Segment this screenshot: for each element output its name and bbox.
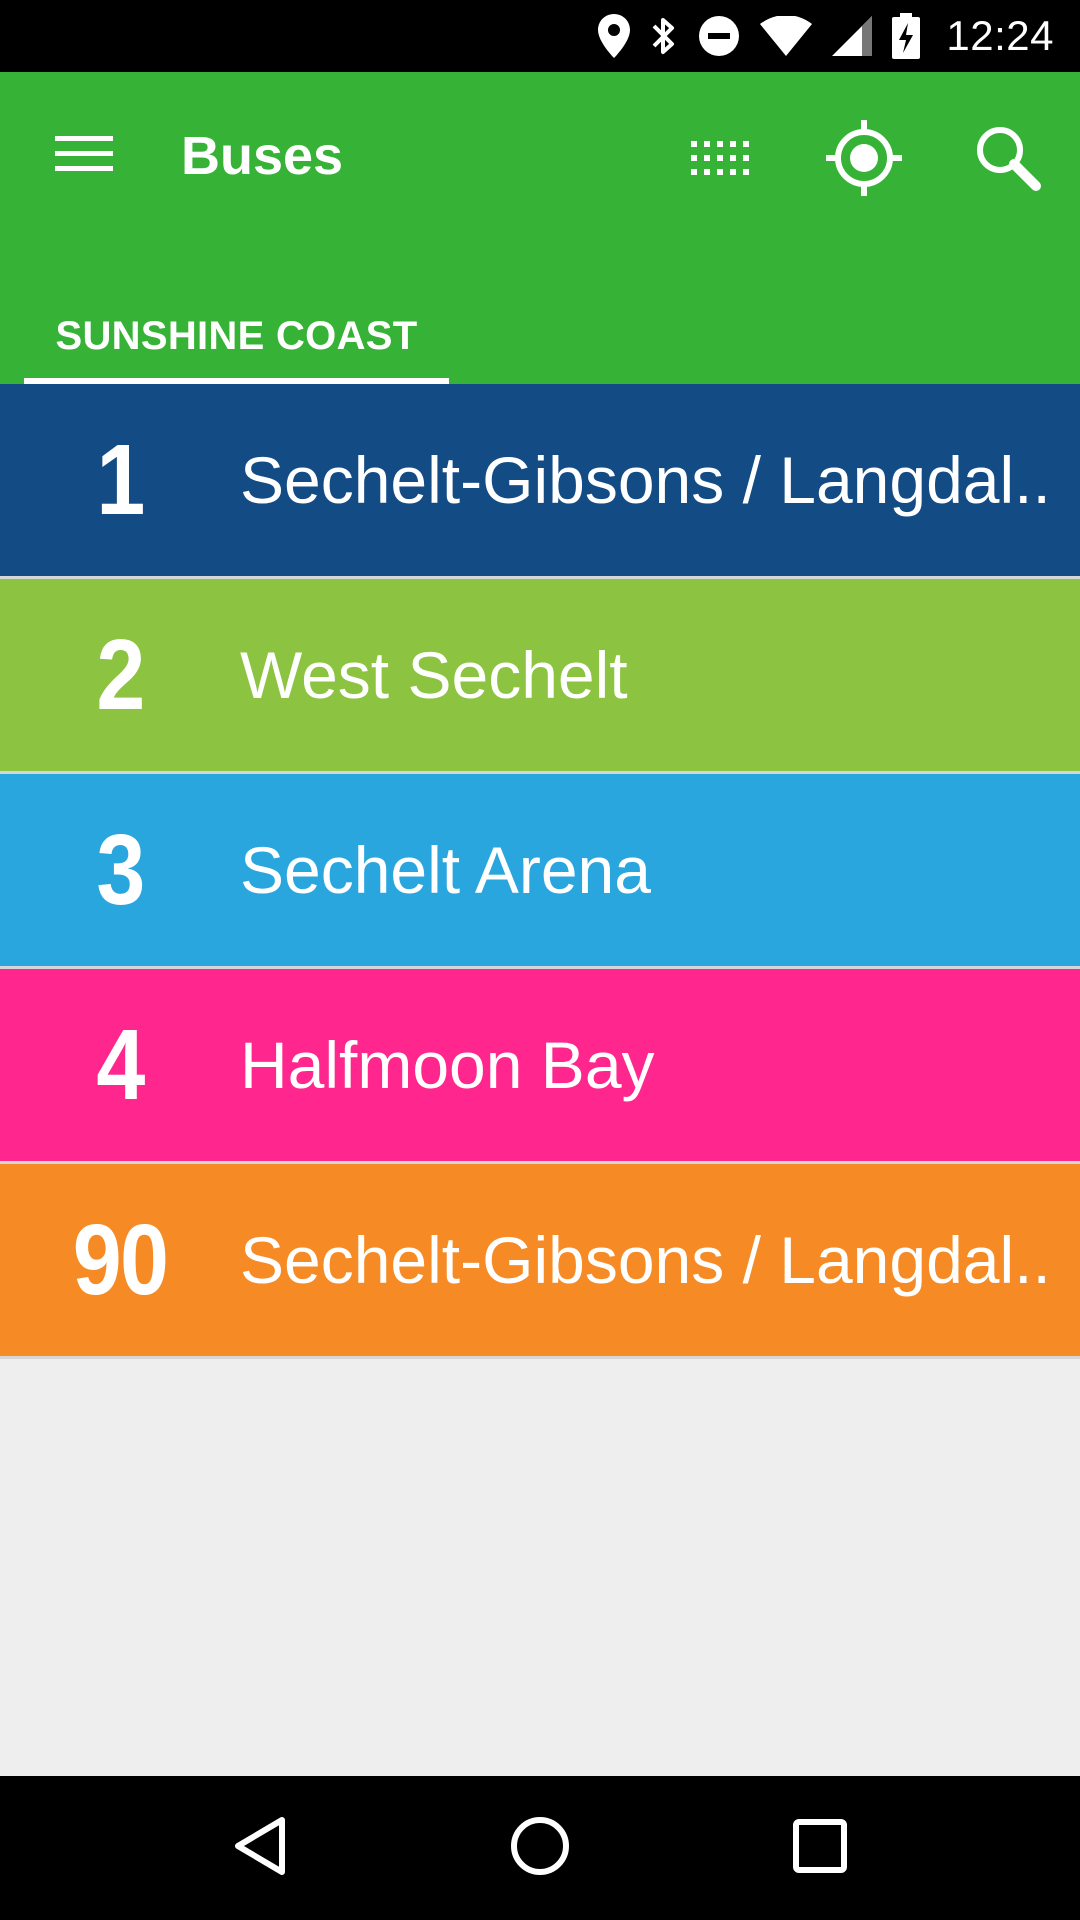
do-not-disturb-icon <box>698 15 740 57</box>
recents-button[interactable] <box>760 1788 880 1908</box>
route-name: Sechelt-Gibsons / Langdal.. <box>240 443 1051 517</box>
my-location-button[interactable] <box>816 112 912 208</box>
battery-charging-icon <box>892 13 921 59</box>
route-number: 3 <box>96 813 145 926</box>
search-button[interactable] <box>960 112 1056 208</box>
menu-button[interactable] <box>42 122 126 190</box>
route-row-90[interactable]: 90 Sechelt-Gibsons / Langdal.. <box>0 1164 1080 1359</box>
page-title: Buses <box>181 126 344 186</box>
route-row-3[interactable]: 3 Sechelt Arena <box>0 774 1080 969</box>
route-name: Sechelt-Gibsons / Langdal.. <box>240 1223 1051 1297</box>
grid-icon <box>691 140 749 180</box>
recents-icon <box>793 1818 847 1878</box>
status-bar: 12:24 <box>0 0 1080 72</box>
bluetooth-icon <box>650 14 678 58</box>
my-location-icon <box>826 119 902 201</box>
clock: 12:24 <box>946 12 1054 59</box>
tab-sunshine-coast[interactable]: SUNSHINE COAST <box>24 276 449 384</box>
search-icon <box>974 124 1042 197</box>
route-number: 90 <box>72 1203 169 1316</box>
home-button[interactable] <box>480 1788 600 1908</box>
route-row-1[interactable]: 1 Sechelt-Gibsons / Langdal.. <box>0 384 1080 579</box>
cell-signal-icon <box>832 16 873 56</box>
route-name: West Sechelt <box>240 638 628 712</box>
navigation-bar <box>0 1776 1080 1920</box>
grid-view-button[interactable] <box>672 112 768 208</box>
tab-label: SUNSHINE COAST <box>55 314 418 358</box>
menu-icon <box>55 134 113 179</box>
wifi-icon <box>760 16 813 56</box>
route-row-2[interactable]: 2 West Sechelt <box>0 579 1080 774</box>
route-name: Halfmoon Bay <box>240 1028 655 1102</box>
route-name: Sechelt Arena <box>240 833 651 907</box>
route-row-4[interactable]: 4 Halfmoon Bay <box>0 969 1080 1164</box>
route-number: 1 <box>96 423 145 536</box>
route-number: 4 <box>96 1008 145 1121</box>
back-icon <box>232 1816 288 1881</box>
home-icon <box>510 1816 570 1881</box>
location-icon <box>598 14 631 58</box>
app-bar: Buses SUNSHINE COAST <box>0 72 1080 384</box>
route-list: 1 Sechelt-Gibsons / Langdal.. 2 West Sec… <box>0 384 1080 1359</box>
route-number: 2 <box>96 618 145 731</box>
toolbar: Buses <box>0 72 1080 240</box>
back-button[interactable] <box>200 1788 320 1908</box>
